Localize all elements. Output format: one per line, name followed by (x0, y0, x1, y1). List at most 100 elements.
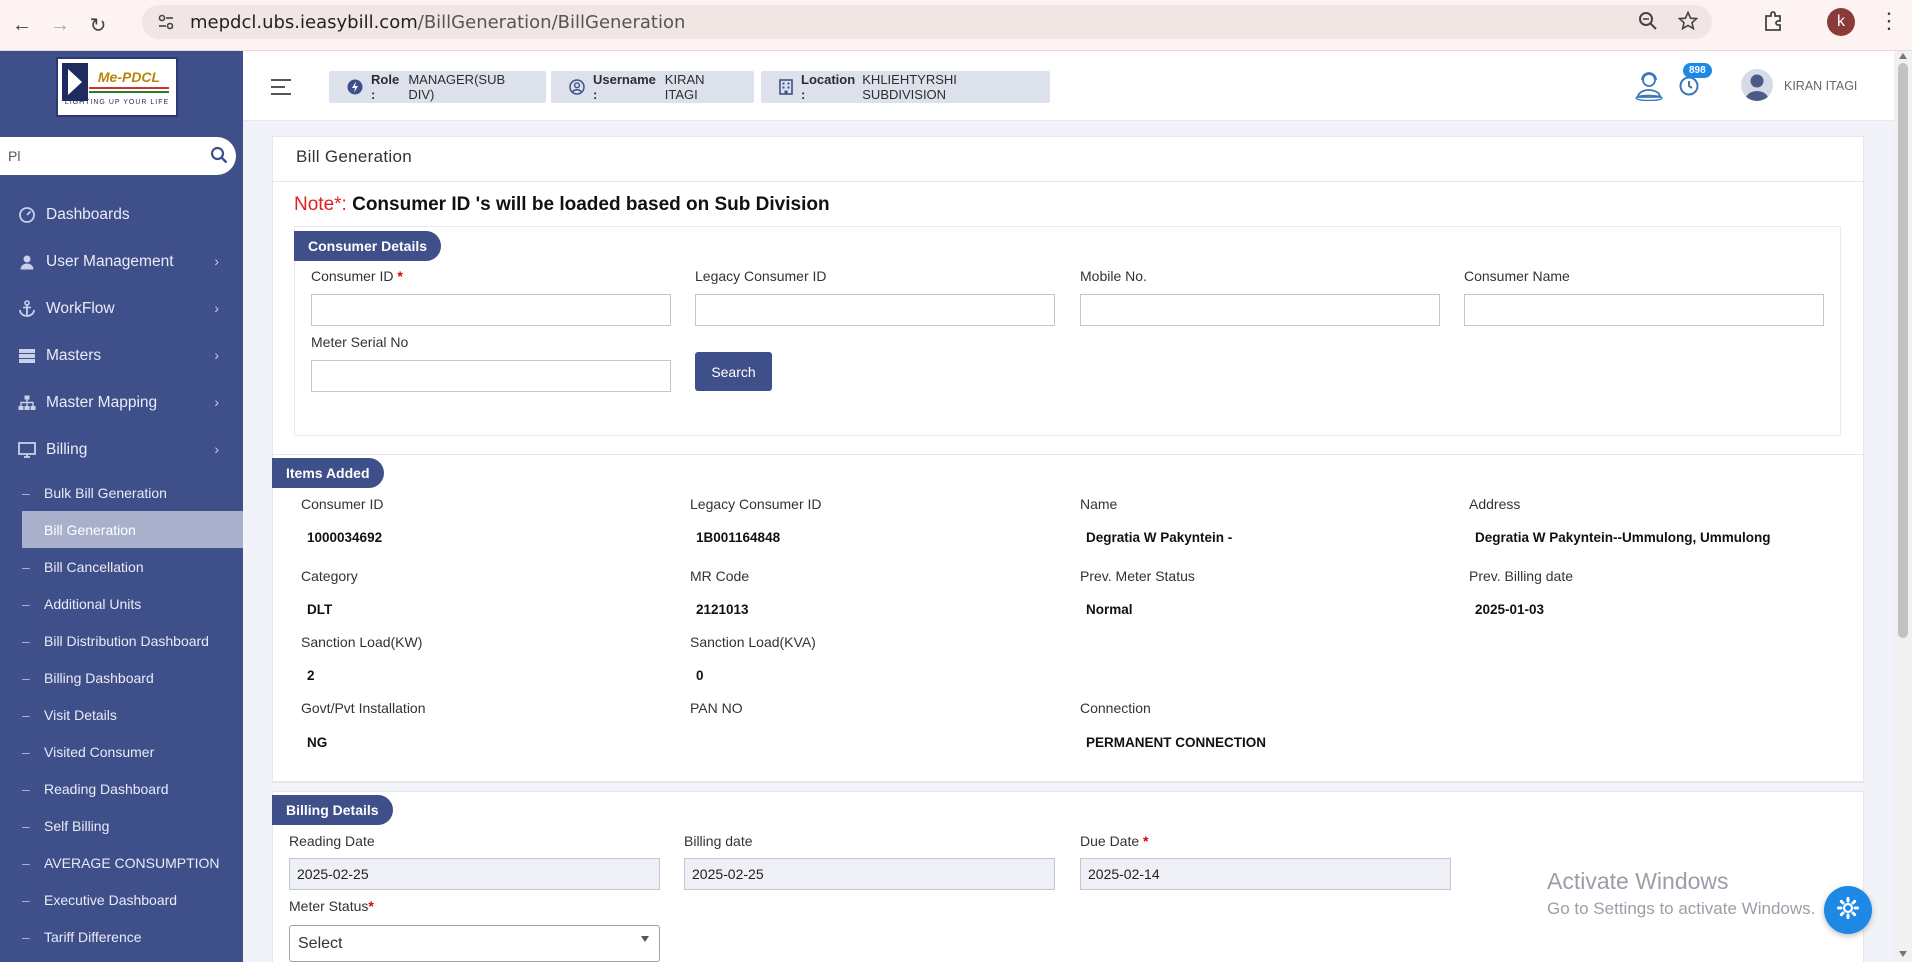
item-value: Normal (1086, 602, 1133, 617)
note-text: Consumer ID 's will be loaded based on S… (346, 194, 830, 215)
consumer-id-label-text: Consumer ID (311, 268, 394, 284)
items-added-panel (272, 454, 1864, 782)
billing-date-input[interactable]: 2025-02-25 (684, 858, 1055, 890)
sidebar-item-billing[interactable]: Billing › (0, 426, 243, 473)
user-icon (18, 253, 36, 271)
bookmark-star-icon[interactable] (1677, 10, 1699, 36)
support-agent-icon[interactable] (1634, 69, 1664, 106)
submenu-label: AVERAGE CONSUMPTION (44, 854, 220, 871)
submenu-bulk-bill-generation[interactable]: – Bulk Bill Generation (0, 474, 243, 511)
sidebar-item-workflow[interactable]: WorkFlow › (0, 285, 243, 332)
scrollbar-thumb[interactable] (1898, 63, 1908, 638)
sidebar-item-masters[interactable]: Masters › (0, 332, 243, 379)
back-icon[interactable]: ← (8, 11, 36, 39)
item-label: MR Code (690, 568, 750, 584)
browser-menu-icon[interactable]: ⋮ (1878, 8, 1900, 34)
reading-date-input[interactable]: 2025-02-25 (289, 858, 660, 890)
address-bar[interactable]: mepdcl.ubs.ieasybill.com/BillGeneration/… (142, 5, 1712, 39)
server-icon (18, 347, 36, 365)
submenu-billing-dashboard[interactable]: – Billing Dashboard (0, 659, 243, 696)
search-button[interactable]: Search (695, 352, 772, 391)
settings-fab[interactable] (1824, 886, 1872, 934)
logo-stripes (89, 86, 169, 93)
user-circle-icon (569, 79, 585, 95)
url-text[interactable]: mepdcl.ubs.ieasybill.com/BillGeneration/… (190, 12, 685, 33)
history-clock-icon[interactable] (1678, 75, 1700, 102)
scroll-down-icon[interactable] (1899, 951, 1907, 957)
submenu-bill-generation[interactable]: –Bill Generation (22, 511, 243, 548)
sidebar-item-label: Billing (46, 440, 88, 458)
consumer-id-input[interactable] (311, 294, 671, 326)
submenu-visit-details[interactable]: – Visit Details (0, 696, 243, 733)
sidebar-item-user-management[interactable]: User Management › (0, 238, 243, 285)
submenu-additional-units[interactable]: – Additional Units (0, 585, 243, 622)
sitemap-icon (18, 394, 36, 412)
consumer-name-input[interactable] (1464, 294, 1824, 326)
billing-submenu: –Bulk Bill Generation –Bill Generation –… (0, 474, 243, 955)
consumer-id-label: Consumer ID * (311, 268, 403, 284)
location-value: KHLIEHTYRSHI SUBDIVISION (862, 72, 957, 102)
sidebar-item-label: Master Mapping (46, 393, 158, 411)
search-icon[interactable] (210, 146, 228, 169)
subdivision-note: Note*: Consumer ID 's will be loaded bas… (294, 194, 830, 216)
item-label: PAN NO (690, 700, 743, 716)
item-label: Prev. Billing date (1469, 568, 1574, 584)
submenu-label: Reading Dashboard (44, 780, 169, 797)
item-value: NG (307, 735, 328, 750)
meter-serial-input[interactable] (311, 360, 671, 392)
profile-avatar[interactable]: k (1827, 8, 1855, 36)
notification-badge: 898 (1683, 63, 1712, 78)
sidebar-item-label: WorkFlow (46, 299, 115, 317)
sidebar-search-input[interactable] (8, 148, 198, 164)
sidebar: Me-PDCL LIGHTING UP YOUR LIFE Dashboards… (0, 51, 243, 962)
scroll-up-icon[interactable] (1899, 53, 1907, 59)
url-path: /BillGeneration/BillGeneration (417, 11, 686, 33)
item-value: 1000034692 (307, 530, 383, 545)
activate-windows-watermark: Activate Windows Go to Settings to activ… (1547, 868, 1815, 919)
submenu-visited-consumer[interactable]: – Visited Consumer (0, 733, 243, 770)
submenu-bill-distribution-dashboard[interactable]: – Bill Distribution Dashboard (0, 622, 243, 659)
reload-icon[interactable]: ↻ (84, 11, 112, 39)
note-prefix: Note*: (294, 194, 347, 215)
forward-icon[interactable]: → (46, 11, 74, 39)
location-label: Location : (801, 72, 856, 102)
app-header: Role : MANAGER(SUB DIV) Username : KIRAN I… (243, 51, 1894, 121)
item-label: Prev. Meter Status (1080, 568, 1195, 584)
meter-status-selected: Select (298, 934, 343, 952)
submenu-label: Bill Distribution Dashboard (44, 632, 209, 649)
submenu-label: Self Billing (44, 817, 110, 834)
chevron-right-icon: › (214, 441, 219, 457)
header-user-name[interactable]: KIRAN ITAGI (1784, 79, 1857, 93)
menu-toggle-icon[interactable] (271, 79, 291, 100)
monitor-icon (18, 441, 36, 459)
submenu-tariff-difference[interactable]: – Tariff Difference (0, 918, 243, 955)
submenu-average-consumption[interactable]: – AVERAGE CONSUMPTION (0, 844, 243, 881)
meter-status-select[interactable]: Select (289, 925, 660, 962)
submenu-label: Executive Dashboard (44, 891, 178, 908)
site-settings-icon[interactable] (156, 12, 176, 32)
legacy-id-input[interactable] (695, 294, 1055, 326)
anchor-icon (18, 299, 36, 318)
consumer-details-panel (294, 226, 1841, 436)
company-logo[interactable]: Me-PDCL LIGHTING UP YOUR LIFE (56, 57, 178, 117)
mobile-label: Mobile No. (1080, 268, 1147, 284)
role-chip: Role : MANAGER(SUB DIV) (329, 71, 546, 103)
sidebar-item-master-mapping[interactable]: Master Mapping › (0, 379, 243, 426)
submenu-label: Bulk Bill Generation (44, 484, 167, 501)
submenu-bill-cancellation[interactable]: – Bill Cancellation (0, 548, 243, 585)
submenu-self-billing[interactable]: – Self Billing (0, 807, 243, 844)
logo-mark (62, 63, 88, 101)
billing-date-label: Billing date (684, 833, 753, 849)
item-label: Sanction Load(KW) (301, 634, 423, 650)
zoom-icon[interactable] (1638, 11, 1658, 36)
submenu-executive-dashboard[interactable]: – Executive Dashboard (0, 881, 243, 918)
page-scrollbar[interactable] (1894, 51, 1912, 962)
due-date-input[interactable]: 2025-02-14 (1080, 858, 1451, 890)
location-chip: Location : KHLIEHTYRSHI SUBDIVISION (761, 71, 1050, 103)
extensions-icon[interactable] (1762, 10, 1784, 37)
item-value: 2121013 (696, 602, 749, 617)
sidebar-item-dashboards[interactable]: Dashboards (0, 191, 243, 238)
mobile-input[interactable] (1080, 294, 1440, 326)
submenu-reading-dashboard[interactable]: – Reading Dashboard (0, 770, 243, 807)
avatar[interactable] (1741, 69, 1773, 101)
